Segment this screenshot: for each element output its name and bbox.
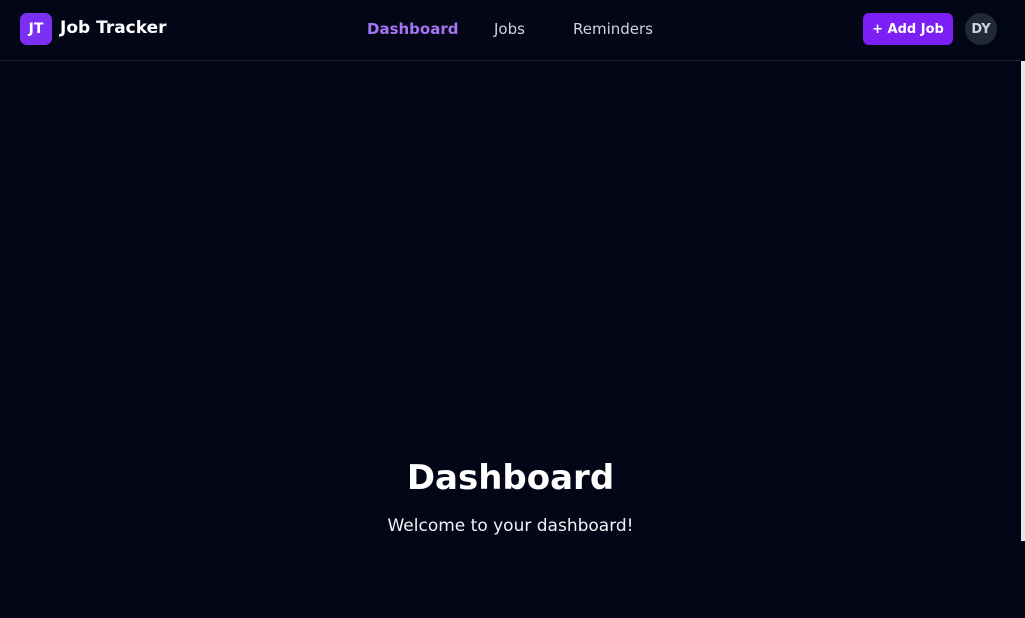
app-page: JT Job Tracker Dashboard Jobs Reminders … [0, 0, 1025, 618]
scrollbar-thumb[interactable] [1021, 61, 1025, 541]
nav-dashboard[interactable]: Dashboard [367, 20, 458, 38]
user-avatar[interactable]: DY [965, 13, 997, 45]
nav-reminders[interactable]: Reminders [573, 20, 653, 38]
welcome-message: Welcome to your dashboard! [387, 516, 634, 536]
top-navbar: JT Job Tracker Dashboard Jobs Reminders … [0, 0, 1021, 61]
nav-jobs[interactable]: Jobs [494, 20, 525, 38]
app-title[interactable]: Job Tracker [60, 18, 167, 38]
add-job-button[interactable]: + Add Job [863, 13, 953, 45]
page-title: Dashboard [406, 458, 615, 498]
logo-badge[interactable]: JT [20, 13, 52, 45]
